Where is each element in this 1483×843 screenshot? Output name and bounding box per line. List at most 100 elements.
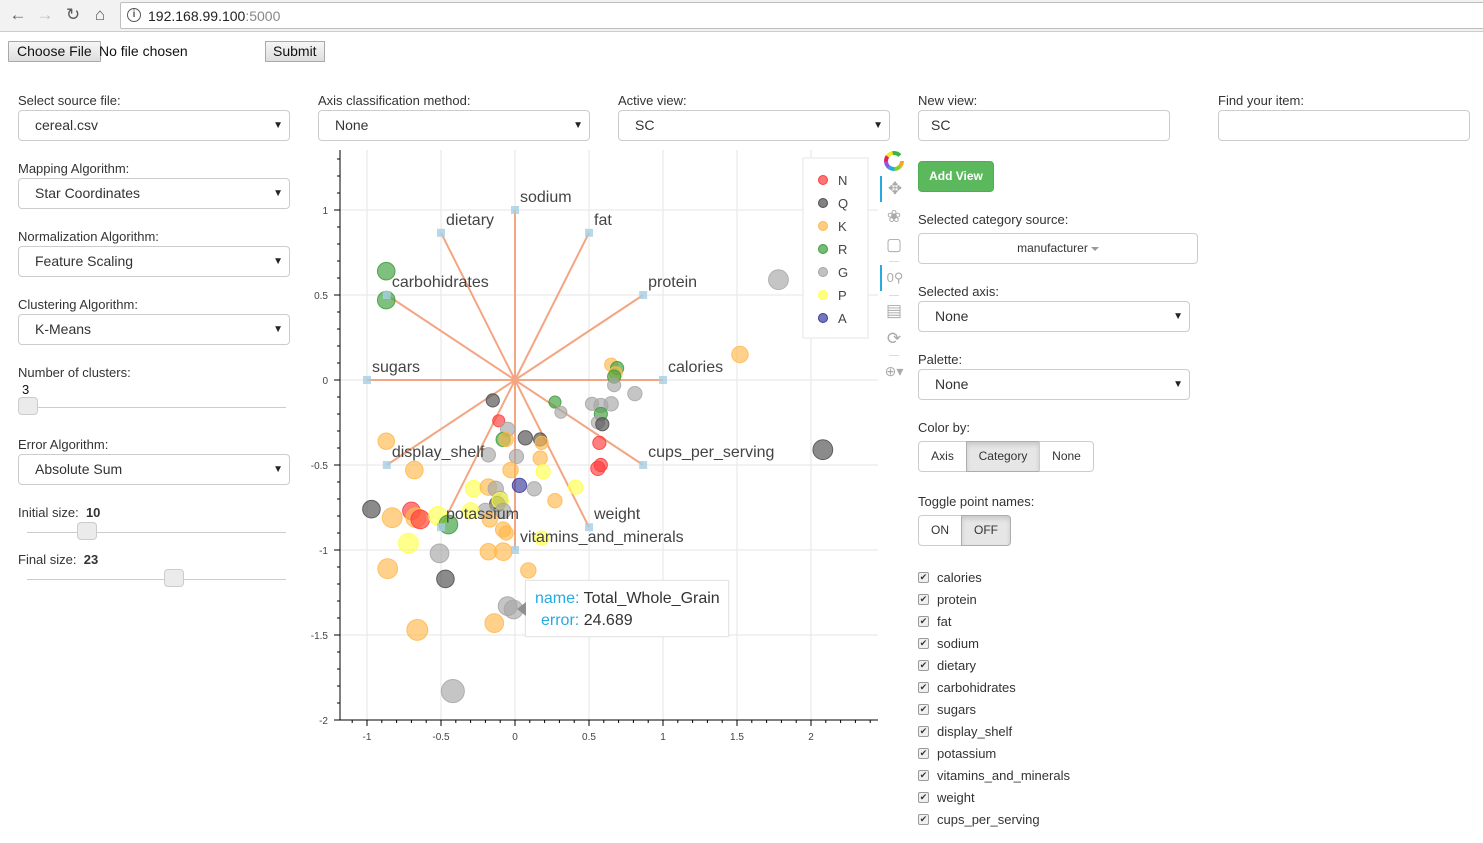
data-point: [464, 480, 483, 498]
star-coordinates-plot[interactable]: sodium fat protein calories cups_per_serving…: [300, 145, 880, 750]
checkbox-label: fat: [937, 613, 952, 629]
active-view-select[interactable]: SC ▼: [618, 110, 890, 141]
checkbox[interactable]: ✔: [918, 791, 929, 803]
reset-icon[interactable]: ⟳: [880, 326, 908, 352]
checkbox[interactable]: ✔: [918, 813, 929, 825]
active-view-value: SC: [635, 117, 655, 133]
axis-endpoint-handle: [639, 291, 648, 299]
find-item-input[interactable]: [1218, 110, 1470, 141]
error-algorithm-select[interactable]: Absolute Sum ▼: [18, 454, 290, 485]
axis-checkbox-row[interactable]: ✔ vitamins_and_minerals: [918, 764, 1070, 786]
palette-value: None: [935, 376, 969, 392]
axis-label: fat: [594, 212, 612, 229]
axis-label: sodium: [520, 189, 572, 206]
axis-checkbox-row[interactable]: ✔ weight: [918, 786, 1070, 808]
data-point: [362, 499, 381, 519]
checkbox[interactable]: ✔: [918, 659, 929, 671]
address-bar[interactable]: i 192.168.99.100:5000: [120, 2, 1483, 29]
home-icon[interactable]: ⌂: [88, 4, 112, 26]
initial-size-value: 10: [85, 505, 101, 520]
names-on-button[interactable]: ON: [918, 515, 962, 546]
back-arrow-icon[interactable]: ←: [6, 4, 30, 26]
info-icon[interactable]: i: [127, 8, 141, 22]
normalization-label: Normalization Algorithm:: [18, 229, 159, 244]
axis-checkbox-row[interactable]: ✔ dietary: [918, 654, 1070, 676]
forward-arrow-icon[interactable]: →: [33, 4, 57, 26]
checkbox[interactable]: ✔: [918, 593, 929, 605]
names-off-button[interactable]: OFF: [961, 515, 1011, 546]
x-tick-label: 1.5: [730, 732, 744, 743]
checkbox[interactable]: ✔: [918, 681, 929, 693]
clusters-slider-handle[interactable]: [18, 397, 38, 415]
category-source-dropdown[interactable]: manufacturer: [918, 233, 1198, 264]
palette-select[interactable]: None ▼: [918, 369, 1190, 400]
bokeh-logo-icon[interactable]: [880, 148, 908, 174]
legend-label: G: [838, 265, 848, 280]
axis-label: display_shelf: [392, 444, 485, 461]
initial-size-slider-handle[interactable]: [77, 522, 97, 540]
axis-checkbox-row[interactable]: ✔ fat: [918, 610, 1070, 632]
axis-checkbox-row[interactable]: ✔ calories: [918, 566, 1070, 588]
checkbox-label: carbohidrates: [937, 679, 1016, 695]
checkbox[interactable]: ✔: [918, 725, 929, 737]
data-point: [520, 562, 537, 579]
data-point: [547, 493, 563, 509]
mapping-label: Mapping Algorithm:: [18, 161, 130, 176]
hover-tool-icon[interactable]: ⊕▾: [880, 358, 908, 384]
data-point: [731, 345, 749, 364]
clustering-select[interactable]: K-Means ▼: [18, 314, 290, 345]
checkbox[interactable]: ✔: [918, 703, 929, 715]
save-icon[interactable]: ▤: [880, 298, 908, 324]
data-point: [436, 569, 455, 589]
axis-checkbox-row[interactable]: ✔ sodium: [918, 632, 1070, 654]
x-tick-label: -1: [363, 732, 372, 743]
dropdown-arrow-icon: ▼: [273, 256, 283, 267]
final-size-slider-track[interactable]: [27, 579, 286, 580]
clusters-slider-track[interactable]: [27, 407, 286, 408]
axis-endpoint-handle: [437, 228, 445, 237]
final-size-slider-handle[interactable]: [164, 569, 184, 587]
color-by-label: Color by:: [918, 420, 971, 435]
add-view-button[interactable]: Add View: [918, 161, 994, 192]
x-tick-label: 1: [660, 732, 666, 743]
lasso-select-icon[interactable]: ❀: [880, 204, 908, 230]
selected-axis-select[interactable]: None ▼: [918, 301, 1190, 332]
choose-file-button[interactable]: Choose File: [8, 41, 101, 62]
reload-icon[interactable]: ↻: [61, 4, 85, 26]
box-zoom-icon[interactable]: ▢: [880, 232, 908, 258]
dropdown-arrow-icon: ▼: [273, 464, 283, 475]
source-file-select[interactable]: cereal.csv ▼: [18, 110, 290, 141]
legend-marker: [818, 290, 828, 300]
axis-checkbox-row[interactable]: ✔ protein: [918, 588, 1070, 610]
clusters-label: Number of clusters:: [18, 365, 131, 380]
new-view-input[interactable]: SC: [918, 110, 1170, 141]
checkbox[interactable]: ✔: [918, 571, 929, 583]
axis-checkbox-row[interactable]: ✔ sugars: [918, 698, 1070, 720]
checkbox-label: weight: [937, 789, 975, 805]
checkbox[interactable]: ✔: [918, 637, 929, 649]
checkbox[interactable]: ✔: [918, 769, 929, 781]
data-point: [812, 439, 834, 461]
submit-button[interactable]: Submit: [265, 41, 325, 62]
normalization-select[interactable]: Feature Scaling ▼: [18, 246, 290, 277]
data-point: [405, 460, 424, 480]
axis-checkbox-row[interactable]: ✔ potassium: [918, 742, 1070, 764]
axis-endpoint-handle: [511, 546, 519, 554]
data-point: [768, 269, 789, 291]
data-point: [593, 457, 608, 473]
mapping-select[interactable]: Star Coordinates ▼: [18, 178, 290, 209]
color-by-category-button[interactable]: Category: [966, 441, 1040, 472]
checkbox[interactable]: ✔: [918, 615, 929, 627]
axis-checkbox-row[interactable]: ✔ display_shelf: [918, 720, 1070, 742]
color-by-none-button[interactable]: None: [1039, 441, 1094, 472]
wheel-zoom-icon[interactable]: 0⚲: [880, 265, 908, 291]
initial-size-slider-track[interactable]: [27, 532, 286, 533]
color-by-axis-button[interactable]: Axis: [918, 441, 967, 472]
data-point: [517, 430, 534, 446]
axis-checkbox-row[interactable]: ✔ cups_per_serving: [918, 808, 1070, 830]
checkbox[interactable]: ✔: [918, 747, 929, 759]
dropdown-arrow-icon: ▼: [273, 120, 283, 131]
axis-classification-select[interactable]: None ▼: [318, 110, 590, 141]
axis-checkbox-row[interactable]: ✔ carbohidrates: [918, 676, 1070, 698]
pan-tool-icon[interactable]: ✥: [880, 176, 908, 202]
